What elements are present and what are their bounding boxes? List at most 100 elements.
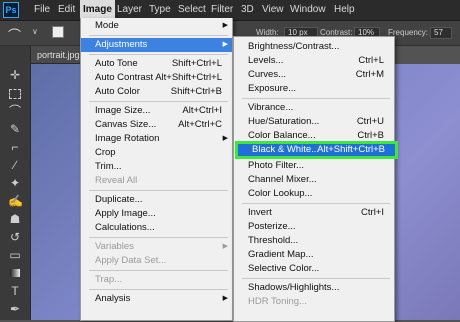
menu-item-levels[interactable]: Levels... Ctrl+L: [234, 54, 394, 68]
menu-item-trap: Trap...: [81, 273, 232, 287]
menu-item-shortcut: Shift+Ctrl+B: [170, 86, 222, 97]
menu-item-apply-data-set: Apply Data Set...: [81, 254, 232, 268]
menu-item-brightness-contrast[interactable]: Brightness/Contrast...: [234, 40, 394, 54]
clone-stamp-icon[interactable]: ☗: [8, 212, 22, 226]
menu-layer[interactable]: Layer: [114, 0, 145, 20]
menu-item-black-and-white[interactable]: Black & White... Alt+Shift+Ctrl+B: [235, 141, 398, 159]
menu-item-canvas-size[interactable]: Canvas Size... Alt+Ctrl+C: [81, 118, 232, 132]
lasso-tool-icon[interactable]: ⌒: [8, 25, 21, 44]
eraser-icon[interactable]: ▭: [8, 248, 22, 262]
menu-item-label: Selective Color...: [248, 263, 320, 274]
menu-item-color-lookup[interactable]: Color Lookup...: [234, 187, 394, 201]
menu-item-apply-image[interactable]: Apply Image...: [81, 207, 232, 221]
menu-item-calculations[interactable]: Calculations...: [81, 221, 232, 235]
menu-separator: [89, 101, 228, 102]
eyedropper-icon[interactable]: ∕: [8, 158, 22, 172]
submenu-arrow-icon: ▶: [222, 295, 228, 302]
menu-item-label: Threshold...: [248, 235, 299, 246]
menu-window[interactable]: Window: [287, 0, 329, 20]
menu-separator: [89, 237, 228, 238]
menu-item-shortcut: Shift+Ctrl+L: [171, 58, 222, 69]
menu-item-curves[interactable]: Curves... Ctrl+M: [234, 68, 394, 82]
menu-file[interactable]: File: [31, 0, 53, 20]
menu-item-hue-saturation[interactable]: Hue/Saturation... Ctrl+U: [234, 115, 394, 129]
menu-item-threshold[interactable]: Threshold...: [234, 234, 394, 248]
menu-item-label: Posterize...: [248, 221, 296, 232]
menu-item-label: Reveal All: [95, 175, 138, 186]
menu-item-adjustments[interactable]: Adjustments ▶: [81, 38, 232, 52]
menu-item-trim[interactable]: Trim...: [81, 160, 232, 174]
menu-item-label: Apply Data Set...: [95, 255, 167, 266]
new-selection-icon[interactable]: [52, 26, 64, 38]
move-icon[interactable]: ✛: [8, 68, 22, 82]
menu-item-label: Calculations...: [95, 222, 155, 233]
menu-item-gradient-map[interactable]: Gradient Map...: [234, 248, 394, 262]
menu-item-exposure[interactable]: Exposure...: [234, 82, 394, 96]
menu-separator: [89, 35, 228, 36]
menu-item-label: Image Size...: [95, 105, 151, 116]
menu-item-label: Photo Filter...: [248, 160, 304, 171]
history-brush-icon[interactable]: ↺: [8, 230, 22, 244]
menu-item-image-size[interactable]: Image Size... Alt+Ctrl+I: [81, 104, 232, 118]
menu-item-label: Analysis: [95, 293, 131, 304]
menu-item-label: Duplicate...: [95, 194, 143, 205]
frequency-field[interactable]: 57: [430, 27, 452, 39]
lasso-icon[interactable]: ⌒: [8, 104, 22, 118]
menu-view[interactable]: View: [259, 0, 287, 20]
menu-item-image-rotation[interactable]: Image Rotation ▶: [81, 132, 232, 146]
menu-item-reveal-all: Reveal All: [81, 174, 232, 188]
menu-separator: [242, 278, 390, 279]
pen-icon[interactable]: ✒: [8, 302, 22, 316]
healing-icon[interactable]: ✦: [8, 176, 22, 190]
menu-separator: [89, 54, 228, 55]
menu-edit[interactable]: Edit: [55, 0, 78, 20]
menu-item-auto-color[interactable]: Auto Color Shift+Ctrl+B: [81, 85, 232, 99]
submenu-arrow-icon: ▶: [222, 135, 228, 142]
type-icon[interactable]: T: [8, 284, 22, 298]
menu-item-mode[interactable]: Mode ▶: [81, 19, 232, 33]
menu-separator: [89, 190, 228, 191]
quick-select-icon[interactable]: ✎: [8, 122, 22, 136]
menu-help[interactable]: Help: [331, 0, 358, 20]
marquee-icon[interactable]: [8, 86, 22, 100]
menu-item-shortcut: Alt+Shift+Ctrl+L: [155, 72, 222, 83]
menu-item-posterize[interactable]: Posterize...: [234, 220, 394, 234]
menu-item-label: Trap...: [95, 274, 123, 285]
menu-item-label: Shadows/Highlights...: [248, 282, 340, 293]
submenu-arrow-icon: ▶: [222, 41, 228, 48]
menu-item-vibrance[interactable]: Vibrance...: [234, 101, 394, 115]
menu-item-label: Channel Mixer...: [248, 174, 317, 185]
menu-item-label: Black & White...: [252, 144, 320, 155]
menu-item-analysis[interactable]: Analysis ▶: [81, 292, 232, 306]
menu-type[interactable]: Type: [146, 0, 174, 20]
chevron-down-icon[interactable]: ∨: [32, 27, 38, 36]
menu-item-variables: Variables ▶: [81, 240, 232, 254]
menu-item-photo-filter[interactable]: Photo Filter...: [234, 159, 394, 173]
menu-separator: [242, 203, 390, 204]
menu-item-crop[interactable]: Crop: [81, 146, 232, 160]
menu-3d[interactable]: 3D: [238, 0, 257, 20]
menu-item-shadows-highlights[interactable]: Shadows/Highlights...: [234, 281, 394, 295]
menu-item-label: Levels...: [248, 55, 284, 66]
menu-select[interactable]: Select: [175, 0, 209, 20]
menu-filter[interactable]: Filter: [208, 0, 236, 20]
menu-item-shortcut: Ctrl+I: [361, 207, 384, 218]
menu-item-hdr-toning: HDR Toning...: [234, 295, 394, 309]
menu-item-selective-color[interactable]: Selective Color...: [234, 262, 394, 276]
menu-item-auto-contrast[interactable]: Auto Contrast Alt+Shift+Ctrl+L: [81, 71, 232, 85]
menu-item-auto-tone[interactable]: Auto Tone Shift+Ctrl+L: [81, 57, 232, 71]
menu-image[interactable]: Image: [80, 0, 115, 20]
menu-item-invert[interactable]: Invert Ctrl+I: [234, 206, 394, 220]
document-tab[interactable]: portrait.jpg: [31, 46, 81, 64]
menu-item-label: HDR Toning...: [248, 296, 307, 307]
menu-item-shortcut: Alt+Shift+Ctrl+B: [317, 144, 385, 155]
menu-item-duplicate[interactable]: Duplicate...: [81, 193, 232, 207]
gradient-icon[interactable]: [8, 266, 22, 280]
crop-icon[interactable]: ⌐: [8, 140, 22, 154]
menu-item-shortcut: Ctrl+M: [355, 69, 384, 80]
menu-item-channel-mixer[interactable]: Channel Mixer...: [234, 173, 394, 187]
menu-item-label: Vibrance...: [248, 102, 294, 113]
menu-item-label: Auto Tone: [95, 58, 138, 69]
brush-icon[interactable]: ✍: [8, 194, 23, 208]
menu-item-shortcut: Alt+Ctrl+I: [182, 105, 222, 116]
